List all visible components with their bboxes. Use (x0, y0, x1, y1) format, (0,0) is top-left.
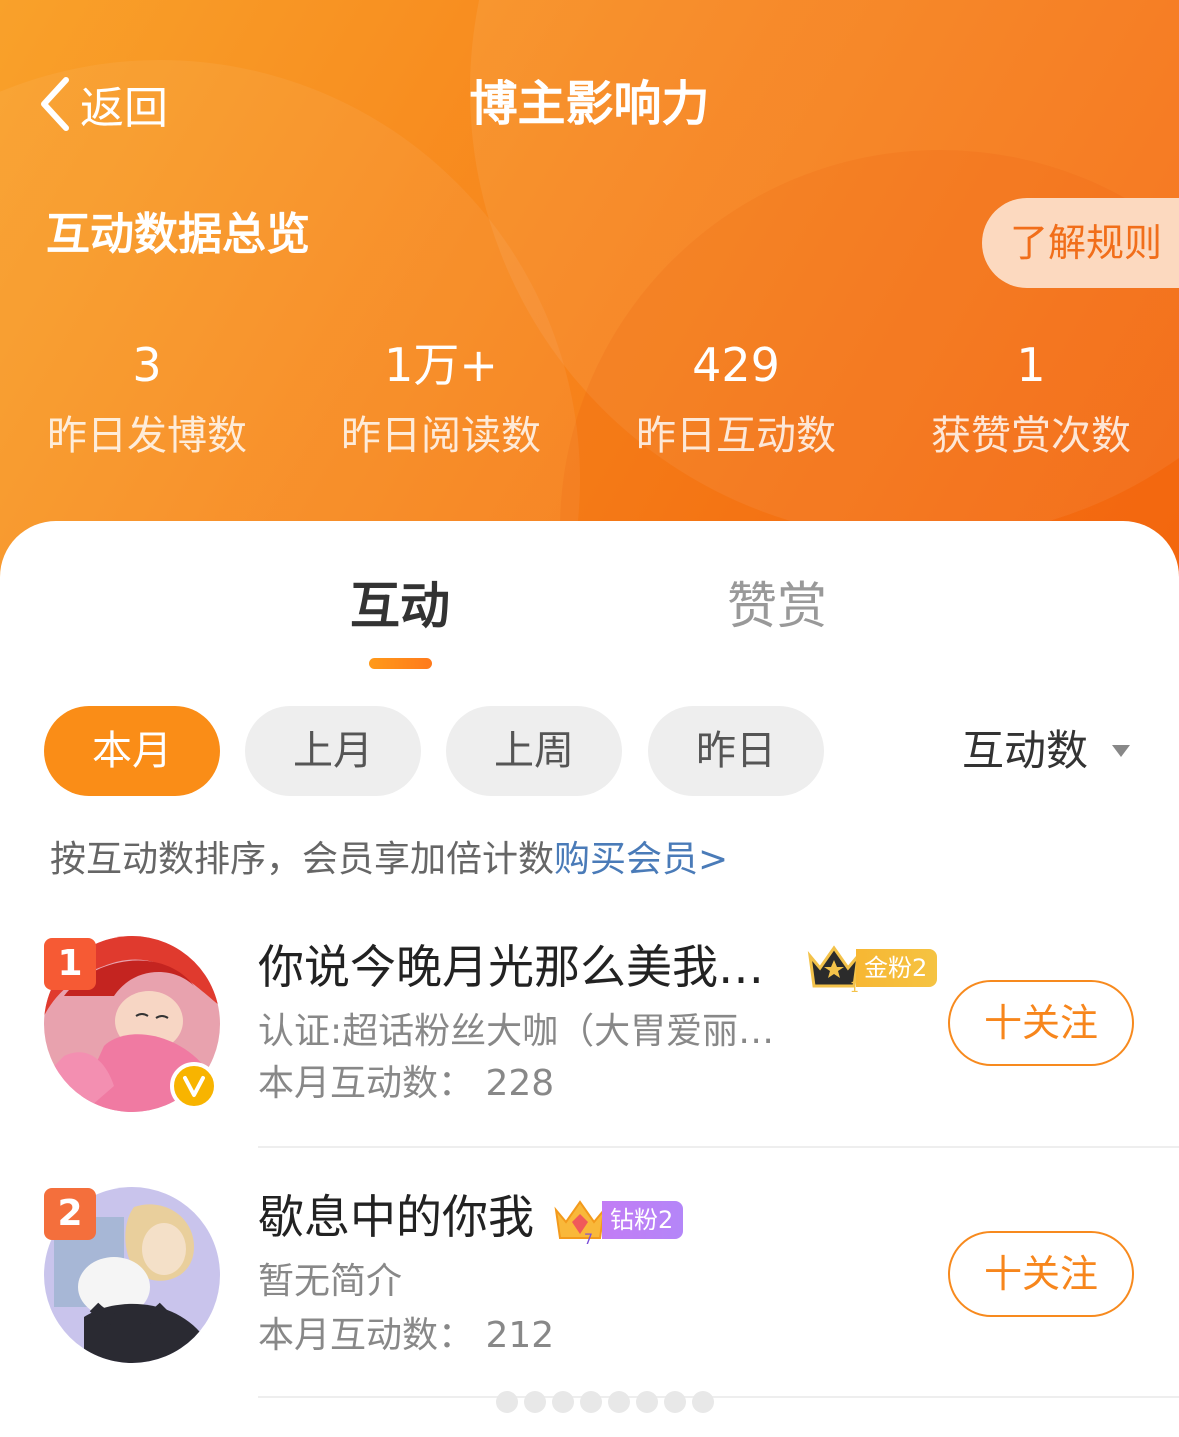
row-divider (258, 1146, 1179, 1148)
user-name[interactable]: 歇息中的你我 (258, 1184, 534, 1250)
watermark (496, 1391, 714, 1413)
stat-posts: 3 昨日发博数 (2, 334, 292, 468)
diamond-fan-badge: 7 钻粉2 (552, 1194, 684, 1246)
filter-yesterday[interactable]: 昨日 (648, 706, 824, 796)
row-divider (258, 1396, 1179, 1398)
sort-dropdown[interactable]: 互动数 (962, 718, 1132, 784)
user-name[interactable]: 你说今晚月光那么美我… (258, 934, 764, 1000)
verified-icon (170, 1062, 218, 1110)
crown-icon: 1 (807, 945, 861, 994)
user-description: 暂无简介 (258, 1261, 403, 1302)
stat-interactions: 429 昨日互动数 (591, 334, 881, 468)
stat-value: 1 (1016, 338, 1046, 392)
stat-label: 获赞赏次数 (931, 413, 1131, 459)
overview-title: 互动数据总览 (46, 209, 310, 260)
filter-last-week[interactable]: 上周 (446, 706, 622, 796)
sort-hint: 按互动数排序，会员享加倍计数购买会员> (50, 832, 728, 888)
follow-button[interactable]: 十关注 (948, 1231, 1134, 1317)
stat-value: 429 (692, 338, 780, 392)
tab-tips[interactable]: 赞赏 (677, 568, 877, 644)
rank-badge: 1 (44, 938, 96, 990)
stat-label: 昨日阅读数 (341, 413, 541, 459)
stat-value: 1万+ (384, 338, 498, 392)
gold-fan-badge: 1 金粉2 (806, 942, 938, 994)
interaction-count: 本月互动数： 212 (258, 1315, 555, 1356)
rules-button[interactable]: 了解规则 (982, 198, 1179, 288)
filter-last-month[interactable]: 上月 (245, 706, 421, 796)
stat-label: 昨日发博数 (47, 413, 247, 459)
fan-badge-label: 金粉2 (856, 949, 938, 987)
rank-badge: 2 (44, 1188, 96, 1240)
stat-reads: 1万+ 昨日阅读数 (296, 334, 586, 468)
tab-indicator (369, 658, 432, 669)
follow-button[interactable]: 十关注 (948, 980, 1134, 1066)
user-description: 认证:超话粉丝大咖（大胃爱丽… (258, 1011, 775, 1052)
caret-down-icon (1112, 745, 1131, 757)
fan-level: 7 (584, 1232, 593, 1246)
verified-check-icon (183, 1076, 205, 1097)
buy-membership-link[interactable]: 购买会员> (554, 839, 728, 880)
stat-value: 3 (132, 338, 162, 392)
fan-badge-label: 钻粉2 (602, 1201, 684, 1239)
diamond-crown-icon: 7 (554, 1200, 606, 1246)
tab-interaction[interactable]: 互动 (300, 568, 500, 644)
sort-label: 互动数 (962, 726, 1089, 775)
hint-text: 按互动数排序，会员享加倍计数 (50, 839, 555, 880)
filter-this-month[interactable]: 本月 (44, 706, 220, 796)
stat-label: 昨日互动数 (636, 413, 836, 459)
stat-tips: 1 获赞赏次数 (886, 334, 1176, 468)
page-title: 博主影响力 (469, 76, 710, 132)
interaction-count: 本月互动数： 228 (258, 1063, 555, 1104)
